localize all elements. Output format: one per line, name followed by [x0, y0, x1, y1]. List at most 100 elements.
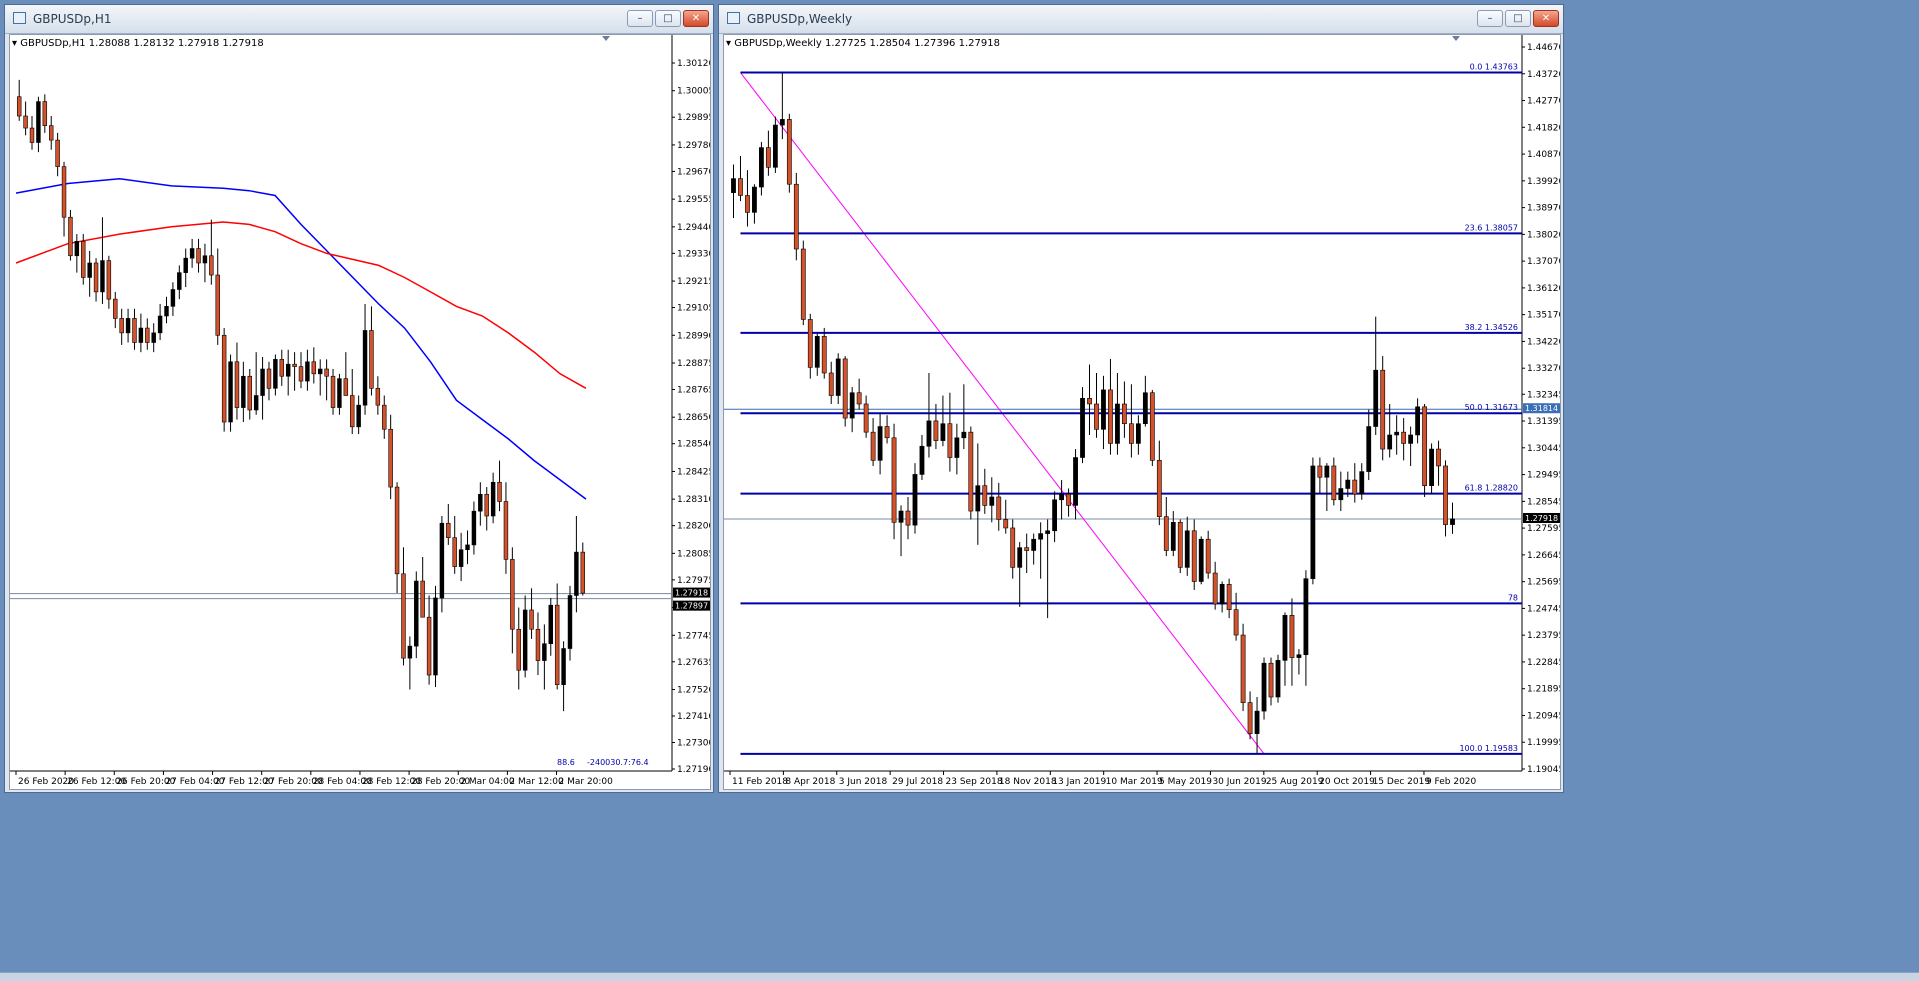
bear-candle	[279, 359, 285, 377]
chart-area-weekly[interactable]: 1.44670 1.43720 1.42770 1.41820 1.40870 1.399…	[723, 34, 1561, 790]
chart-window-icon	[727, 12, 740, 24]
bull-candle	[285, 363, 291, 377]
bear-candle	[81, 241, 86, 278]
bull-candle	[471, 510, 477, 546]
price-tick-label: 1.21895	[1527, 685, 1561, 695]
bear-candle	[484, 494, 489, 517]
bear-candle	[1128, 423, 1134, 444]
bear-candle	[106, 260, 112, 300]
dropdown-arrow-icon[interactable]: ▾	[726, 38, 734, 49]
bull-candle	[414, 580, 419, 647]
bull-candle	[183, 257, 188, 273]
bull-candle	[1282, 615, 1288, 661]
bull-candle	[1038, 533, 1044, 540]
bear-candle	[426, 616, 432, 676]
title-bar-weekly[interactable]: GBPUSDp,Weekly – □ ✕	[719, 5, 1563, 34]
price-tick-label: 1.25695	[1527, 578, 1561, 588]
weekly-chart-svg[interactable]: 1.44670 1.43720 1.42770 1.41820 1.40870 1.399…	[724, 35, 1561, 790]
bear-candle	[516, 628, 521, 671]
bear-candle	[1233, 609, 1239, 636]
title-bar-h1[interactable]: GBPUSDp,H1 – □ ✕	[5, 5, 713, 34]
price-tick-label: 1.33270	[1527, 364, 1561, 374]
price-tick-label: 1.35170	[1527, 311, 1561, 321]
bear-candle	[1087, 398, 1092, 405]
price-tick-label: 1.28540	[677, 440, 711, 450]
bear-candle	[1317, 465, 1323, 478]
bull-candle	[1387, 434, 1393, 450]
ohlc-info: GBPUSDp,Weekly 1.27725 1.28504 1.27396 1…	[734, 38, 1000, 49]
minimize-button[interactable]: –	[627, 10, 653, 27]
time-tick-label: 25 Aug 2019	[1266, 777, 1324, 787]
h1-chart-svg[interactable]: 1.30120 1.30005 1.29895 1.29780 1.29670 1.295…	[10, 35, 711, 790]
bear-candle	[856, 392, 862, 405]
bull-candle	[1303, 578, 1309, 656]
bear-candle	[554, 604, 560, 685]
symbol-info: ▾ GBPUSDp,H1 1.28088 1.28132 1.27918 1.2…	[12, 38, 264, 49]
bull-candle	[759, 147, 764, 188]
time-tick-label: 30 Jun 2019	[1212, 777, 1266, 787]
bull-candle	[561, 648, 566, 685]
bear-candle	[1094, 403, 1099, 430]
bear-candle	[828, 372, 834, 396]
price-tick-label: 1.34220	[1527, 337, 1561, 347]
chart-area-h1[interactable]: 1.30120 1.30005 1.29895 1.29780 1.29670 1.295…	[9, 34, 711, 790]
bull-candle	[317, 368, 323, 375]
bear-candle	[933, 420, 939, 441]
bull-candle	[1017, 547, 1023, 568]
bull-candle	[1429, 448, 1434, 486]
price-tick-label: 1.29215	[677, 277, 711, 287]
bear-candle	[324, 368, 329, 377]
window-title: GBPUSDp,Weekly	[747, 12, 853, 26]
symbol-info: ▾ GBPUSDp,Weekly 1.27725 1.28504 1.27396…	[726, 38, 1000, 49]
bear-candle	[382, 404, 387, 430]
bear-candle	[580, 551, 586, 594]
bear-candle	[1191, 530, 1197, 582]
bear-candle	[1066, 493, 1071, 506]
bear-candle	[55, 139, 60, 167]
bear-candle	[1163, 516, 1169, 551]
maximize-button[interactable]: □	[655, 10, 681, 27]
bull-candle	[74, 241, 80, 257]
price-tick-label: 1.19995	[1527, 738, 1561, 748]
bear-candle	[1149, 392, 1155, 461]
moving-average-line	[15, 177, 587, 500]
bull-candle	[835, 358, 841, 396]
bull-candle	[779, 119, 785, 126]
bear-candle	[529, 609, 534, 630]
fibo-level-label: 100.0 1.19583	[1459, 744, 1518, 753]
bear-candle	[1380, 369, 1386, 450]
close-button[interactable]: ✕	[683, 10, 709, 27]
bull-candle	[548, 604, 553, 645]
bear-candle	[247, 375, 252, 411]
price-tick-label: 1.39920	[1527, 177, 1561, 187]
fibo-level-label: 50.0 1.31673	[1465, 403, 1518, 412]
close-button[interactable]: ✕	[1533, 10, 1559, 27]
chart-window-weekly[interactable]: GBPUSDp,Weekly – □ ✕ 1.44670 1.43720 1.427…	[718, 4, 1564, 793]
bear-candle	[330, 375, 336, 408]
bear-candle	[1331, 465, 1337, 501]
chart-window-h1[interactable]: GBPUSDp,H1 – □ ✕ 1.30120 1.30005 1.29895 1.…	[4, 4, 714, 793]
price-tick-label: 1.28200	[677, 522, 711, 532]
dropdown-arrow-icon[interactable]: ▾	[12, 38, 20, 49]
window-title: GBPUSDp,H1	[33, 12, 112, 26]
bear-candle	[311, 361, 317, 375]
footer-value: -240030.7:76.4	[587, 758, 649, 767]
bear-candle	[1177, 522, 1183, 568]
bull-candle	[731, 178, 736, 193]
bull-candle	[87, 262, 92, 278]
bear-candle	[16, 96, 22, 117]
price-tick-label: 1.27300	[677, 738, 711, 748]
ohlc-info: GBPUSDp,H1 1.28088 1.28132 1.27918 1.279…	[20, 38, 264, 49]
price-tick-label: 1.19045	[1527, 765, 1561, 775]
price-tick-label: 1.31395	[1527, 417, 1561, 427]
footer-value: 88.6	[557, 758, 575, 767]
maximize-button[interactable]: □	[1505, 10, 1531, 27]
bull-candle	[490, 481, 496, 517]
time-tick-label: 18 Nov 2018	[999, 777, 1057, 787]
bear-candle	[503, 501, 509, 560]
bull-candle	[1031, 538, 1037, 551]
bull-candle	[1366, 426, 1372, 472]
price-label: 1.27897	[675, 602, 708, 611]
shift-marker-icon	[1452, 36, 1460, 41]
minimize-button[interactable]: –	[1477, 10, 1503, 27]
